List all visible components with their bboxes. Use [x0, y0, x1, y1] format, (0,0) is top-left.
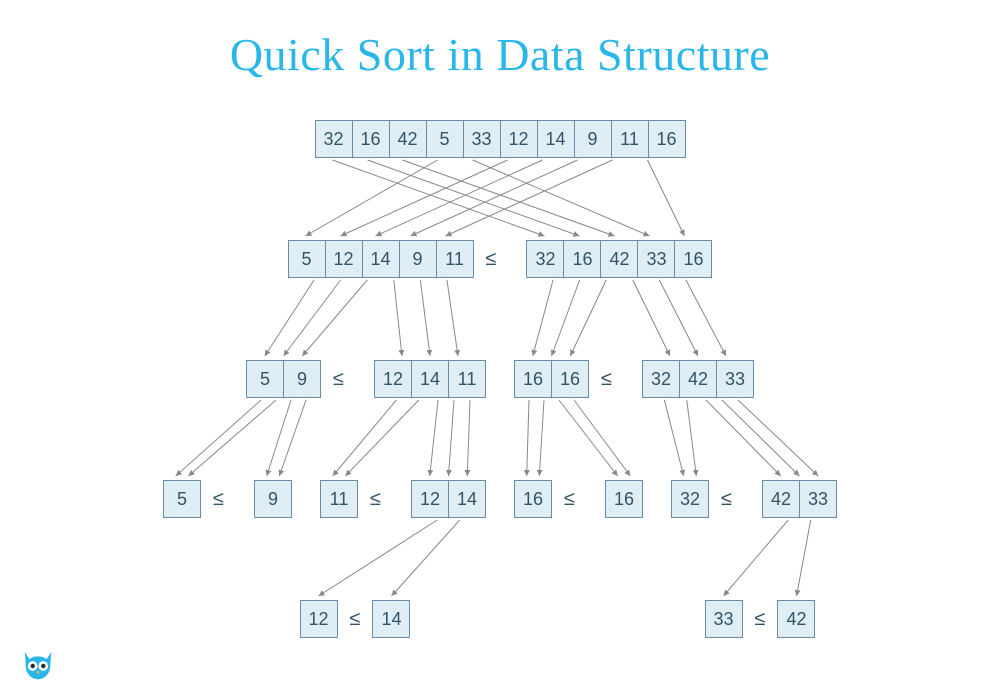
- array-cell: 5: [426, 120, 464, 158]
- array-cell: 11: [436, 240, 474, 278]
- array-cell: 12: [500, 120, 538, 158]
- array-cell: 9: [574, 120, 612, 158]
- array-cell: 42: [777, 600, 815, 638]
- arrow-layer: [0, 0, 1000, 700]
- array-cell: 16: [563, 240, 601, 278]
- array-cell: 11: [611, 120, 649, 158]
- comparison-op: ≤: [348, 608, 363, 631]
- array-cell: 42: [389, 120, 427, 158]
- owl-logo-icon: [16, 644, 60, 688]
- array-cell: 16: [514, 360, 552, 398]
- level-0: 321642533121491116: [0, 120, 1000, 158]
- array-cell: 32: [642, 360, 680, 398]
- array-cell: 33: [799, 480, 837, 518]
- array-cell: 5: [246, 360, 284, 398]
- comparison-op: ≤: [753, 608, 768, 631]
- diagram-stage: 321642533121491116 51214911≤3216423316 5…: [0, 0, 1000, 700]
- array-cell: 9: [254, 480, 292, 518]
- level-3: 5 ≤9 11 ≤1214 16 ≤16 32 ≤4233: [0, 480, 1000, 518]
- array-cell: 16: [514, 480, 552, 518]
- array-cell: 16: [551, 360, 589, 398]
- array-cell: 14: [448, 480, 486, 518]
- comparison-op: ≤: [562, 488, 577, 511]
- array-cell: 12: [325, 240, 363, 278]
- level-1: 51214911≤3216423316: [0, 240, 1000, 278]
- comparison-op: ≤: [599, 368, 614, 391]
- comparison-op: ≤: [211, 488, 226, 511]
- array-cell: 14: [372, 600, 410, 638]
- array-cell: 42: [679, 360, 717, 398]
- array-cell: 5: [163, 480, 201, 518]
- array-cell: 12: [411, 480, 449, 518]
- array-cell: 33: [716, 360, 754, 398]
- array-cell: 11: [448, 360, 486, 398]
- array-cell: 9: [283, 360, 321, 398]
- comparison-op: ≤: [484, 248, 499, 271]
- array-cell: 5: [288, 240, 326, 278]
- array-cell: 16: [648, 120, 686, 158]
- comparison-op: ≤: [331, 368, 346, 391]
- array-cell: 16: [352, 120, 390, 158]
- array-cell: 33: [637, 240, 675, 278]
- array-cell: 11: [320, 480, 358, 518]
- array-cell: 12: [374, 360, 412, 398]
- array-cell: 42: [600, 240, 638, 278]
- comparison-op: ≤: [368, 488, 383, 511]
- array-cell: 16: [605, 480, 643, 518]
- array-cell: 32: [671, 480, 709, 518]
- array-cell: 9: [399, 240, 437, 278]
- comparison-op: ≤: [719, 488, 734, 511]
- level-2: 59 ≤121411 1616 ≤324233: [0, 360, 1000, 398]
- array-cell: 32: [315, 120, 353, 158]
- array-cell: 12: [300, 600, 338, 638]
- array-cell: 14: [411, 360, 449, 398]
- array-cell: 16: [674, 240, 712, 278]
- array-cell: 14: [537, 120, 575, 158]
- array-cell: 32: [526, 240, 564, 278]
- array-cell: 42: [762, 480, 800, 518]
- array-cell: 14: [362, 240, 400, 278]
- array-cell: 33: [705, 600, 743, 638]
- array-cell: 33: [463, 120, 501, 158]
